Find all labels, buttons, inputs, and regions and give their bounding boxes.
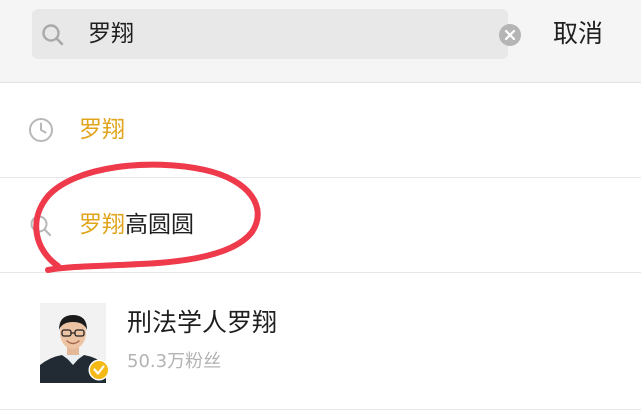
verified-badge-icon xyxy=(88,359,110,381)
divider xyxy=(0,409,641,410)
clock-icon xyxy=(29,118,53,142)
history-item-label: 罗翔 xyxy=(79,117,125,143)
search-icon xyxy=(42,24,64,46)
suggestion-highlight: 罗翔 xyxy=(79,212,125,238)
account-followers: 50.3万粉丝 xyxy=(127,351,222,372)
search-screen: 取消 罗翔 罗翔高圆圆 xyxy=(0,0,641,420)
account-name: 刑法学人罗翔 xyxy=(127,308,278,337)
history-item[interactable]: 罗翔 xyxy=(0,83,641,177)
search-input[interactable] xyxy=(88,14,468,54)
search-header: 取消 xyxy=(0,0,641,83)
search-box[interactable] xyxy=(32,9,521,59)
suggestion-rest: 高圆圆 xyxy=(125,212,194,238)
suggestion-item[interactable]: 罗翔高圆圆 xyxy=(0,178,641,272)
search-icon xyxy=(30,215,52,237)
suggestion-item-label: 罗翔高圆圆 xyxy=(79,210,194,240)
clear-icon[interactable] xyxy=(498,23,522,47)
cancel-button[interactable]: 取消 xyxy=(553,16,603,52)
